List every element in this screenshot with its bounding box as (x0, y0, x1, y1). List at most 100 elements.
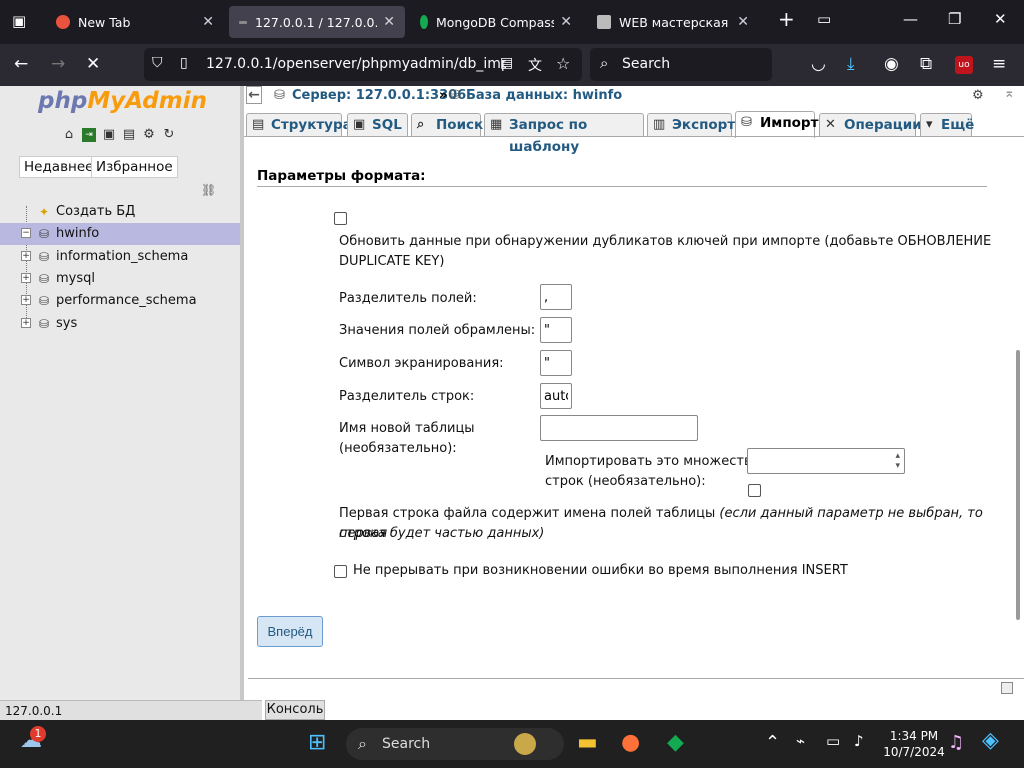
reader-view-icon[interactable]: ▤ (500, 55, 513, 71)
firefox-icon[interactable]: ● (621, 730, 640, 755)
tab-import[interactable]: ⛁ Импорт (735, 111, 818, 138)
close-tab-icon[interactable]: ✕ (737, 14, 749, 30)
escape-char-input[interactable] (540, 350, 572, 376)
tab-title: WEB мастерская wapi (619, 14, 731, 30)
system-clock[interactable]: 1:34 PM 10/7/2024 (882, 728, 946, 760)
enclosed-by-input[interactable] (540, 317, 572, 343)
logout-icon[interactable]: ⇥ (82, 128, 96, 142)
tab-more[interactable]: ▾ Ещё (920, 113, 974, 137)
stop-loading-icon[interactable]: ✕ (86, 54, 100, 74)
menu-hamburger-icon[interactable]: ≡ (992, 54, 1006, 74)
no-abort-insert-label: Не прерывать при возникновении ошибки во… (353, 563, 848, 578)
forward-arrow-icon[interactable]: → (51, 54, 65, 74)
tab-sql[interactable]: ▣ SQL (347, 113, 408, 137)
tree-item-hwinfo[interactable]: − ⛁ hwinfo (0, 223, 240, 245)
tree-item-label: Создать БД (56, 204, 136, 219)
tab-export[interactable]: ▥ Экспорт (647, 113, 735, 137)
tab-query[interactable]: ▦ Запрос по шаблону (484, 113, 644, 155)
restore-icon[interactable]: ❐ (948, 10, 961, 28)
shield-icon[interactable]: ⛉ (152, 55, 163, 71)
reload-icon[interactable]: ↻ (162, 128, 176, 142)
taskbar-search[interactable]: ⌕ Search (346, 728, 564, 760)
settings-gear-icon[interactable]: ⚙ (972, 88, 984, 103)
tab-window-icon[interactable]: ▭ (817, 10, 831, 28)
back-arrow-icon[interactable]: ← (14, 54, 28, 74)
close-tab-icon[interactable]: ✕ (202, 14, 214, 30)
import-set-select[interactable]: ▴ ▾ (747, 448, 905, 474)
account-icon[interactable]: ◉ (884, 54, 899, 74)
notifications-bell-icon[interactable]: ♫ (948, 732, 964, 753)
ublock-icon[interactable]: uo (955, 56, 973, 74)
chevron-up-icon[interactable]: ⌃ (765, 732, 780, 753)
tree-item-mysql[interactable]: + ⛁ mysql (0, 268, 240, 290)
no-abort-insert-checkbox[interactable] (334, 565, 347, 578)
close-window-icon[interactable]: ✕ (994, 10, 1007, 28)
tab-operations[interactable]: ✕ Операции (819, 113, 922, 137)
expand-icon[interactable]: + (21, 273, 31, 283)
new-tab-plus-icon[interactable]: + (778, 7, 795, 31)
url-bar[interactable]: ⛉ ▯ 127.0.0.1/openserver/phpmyadmin/db_i… (144, 48, 582, 81)
page-info-icon[interactable]: ▯ (180, 55, 188, 71)
phpmyadmin-logo[interactable]: phpMyAdmin (38, 88, 207, 114)
line-separator-input[interactable] (540, 383, 572, 409)
close-tab-icon[interactable]: ✕ (560, 14, 572, 30)
expand-icon[interactable]: + (21, 251, 31, 261)
file-explorer-icon[interactable]: ▬ (577, 730, 598, 755)
page-settings-icon[interactable] (1001, 682, 1013, 694)
downloads-icon[interactable]: ⤓ (847, 54, 855, 74)
tab-search[interactable]: ⌕ Поиск (411, 113, 483, 137)
windows-start-icon[interactable]: ⊞ (308, 730, 326, 755)
new-db-icon: ✦ (39, 205, 50, 219)
collapse-icon[interactable]: − (21, 228, 31, 238)
copilot-icon[interactable]: ◈ (982, 728, 999, 753)
docs-icon[interactable]: ▤ (122, 128, 136, 142)
tab-list-icon[interactable]: ▣ (12, 12, 26, 30)
settings-gear-icon[interactable]: ⚙ (142, 128, 156, 142)
clock-date: 10/7/2024 (883, 745, 945, 759)
scroll-top-icon[interactable]: ⌅ (1004, 86, 1015, 101)
database-icon: ⛁ (39, 272, 50, 286)
page-scrollbar[interactable] (1016, 350, 1020, 620)
tree-item-information-schema[interactable]: + ⛁ information_schema (0, 246, 240, 268)
tree-item-create-db[interactable]: ✦ Создать БД (0, 201, 240, 223)
favorites-tab[interactable]: Избранное (91, 156, 178, 178)
display-icon[interactable]: ▭ (826, 732, 840, 750)
tree-item-performance-schema[interactable]: + ⛁ performance_schema (0, 290, 240, 312)
home-icon[interactable]: ⌂ (62, 128, 76, 142)
tree-item-sys[interactable]: + ⛁ sys (0, 313, 240, 335)
bookmark-star-icon[interactable]: ☆ (556, 54, 570, 73)
recent-tab[interactable]: Недавнее (19, 156, 99, 178)
spinner-arrows-icon[interactable]: ▴ ▾ (895, 451, 900, 471)
close-tab-icon[interactable]: ✕ (383, 14, 395, 30)
tab-label: Операции (844, 117, 922, 133)
collapse-panel-arrow-icon[interactable]: ← (246, 86, 262, 104)
expand-icon[interactable]: + (21, 295, 31, 305)
link-chain-icon[interactable]: ⛓ (201, 183, 216, 197)
tab-new-tab[interactable]: New Tab ✕ (46, 6, 224, 38)
search-bar[interactable]: ⌕ Search (590, 48, 772, 81)
console-button[interactable]: Консоль (265, 700, 325, 720)
update-duplicates-checkbox[interactable] (334, 212, 347, 225)
translate-icon[interactable]: 文 (528, 55, 542, 75)
first-row-columns-checkbox[interactable] (748, 484, 761, 497)
breadcrumb-db[interactable]: База данных: hwinfo (466, 88, 622, 103)
minimize-icon[interactable]: — (903, 10, 918, 28)
tab-web-workshop[interactable]: WEB мастерская wapi ✕ (587, 6, 759, 38)
pocket-icon[interactable]: ◡ (811, 54, 826, 74)
extensions-icon[interactable]: ⧉ (920, 54, 932, 74)
tab-phpmyadmin[interactable]: 127.0.0.1 / 127.0.0.1 / hw ✕ (229, 6, 405, 38)
network-icon[interactable]: ⌁ (796, 732, 805, 750)
mongodb-leaf-icon (420, 15, 428, 29)
new-table-name-input[interactable] (540, 415, 698, 441)
url-text[interactable]: 127.0.0.1/openserver/phpmyadmin/db_impor… (206, 56, 506, 72)
mongodb-compass-icon[interactable]: ◆ (667, 730, 684, 755)
navigation-panel: phpMyAdmin ⌂ ⇥ ▣ ▤ ⚙ ↻ Недавнее Избранно… (0, 86, 240, 700)
volume-muted-icon[interactable]: ♪ (854, 732, 864, 750)
go-submit-button[interactable]: Вперёд (257, 616, 323, 647)
field-separator-input[interactable] (540, 284, 572, 310)
tree-item-label: hwinfo (56, 226, 100, 241)
tab-mongodb[interactable]: MongoDB Compass Dr ✕ (410, 6, 582, 38)
tab-structure[interactable]: ▤ Структура (246, 113, 352, 137)
sql-query-icon[interactable]: ▣ (102, 128, 116, 142)
expand-icon[interactable]: + (21, 318, 31, 328)
